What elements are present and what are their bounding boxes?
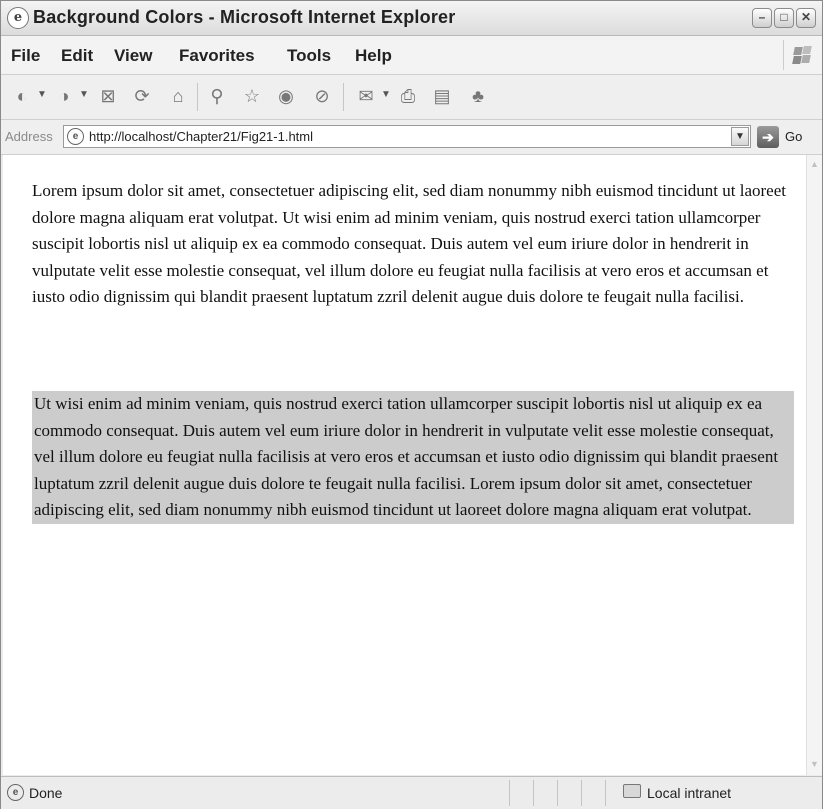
messenger-icon[interactable]: ♣ [467,85,489,107]
page-content: Lorem ipsum dolor sit amet, consectetuer… [3,155,806,775]
scroll-up-icon[interactable]: ▲ [808,157,821,171]
search-icon[interactable]: ⚲ [206,85,228,107]
status-divider [509,780,510,806]
status-divider [605,780,606,806]
window-controls: – □ ✕ [752,8,816,28]
minimize-button[interactable]: – [752,8,772,28]
menu-view[interactable]: View [114,46,152,66]
address-dropdown-icon[interactable]: ▼ [731,127,749,146]
toolbar-divider [197,83,198,111]
menu-edit[interactable]: Edit [61,46,93,66]
edit-icon[interactable]: ▤ [431,85,453,107]
media-icon[interactable]: ◉ [275,85,297,107]
title-bar[interactable]: e Background Colors - Microsoft Internet… [1,1,822,36]
window-title: Background Colors - Microsoft Internet E… [33,7,456,27]
security-zone-label: Local intranet [647,785,732,801]
go-button[interactable]: Go [785,129,802,144]
toolbar-divider [343,83,344,111]
address-url[interactable]: http://localhost/Chapter21/Fig21-1.html [89,129,313,144]
refresh-icon[interactable]: ⟳ [131,85,153,107]
mail-icon[interactable]: ✉ [355,85,377,107]
forward-icon[interactable]: ◑ [53,85,75,107]
back-dropdown-icon[interactable]: ▼ [37,89,47,100]
vertical-scrollbar[interactable]: ▲ ▼ [806,155,822,775]
paragraph-gray-background: Ut wisi enim ad minim veniam, quis nostr… [32,391,794,524]
page-status-icon: e [7,784,24,801]
status-divider [581,780,582,806]
status-bar: e Done Local intranet [1,776,822,809]
close-button[interactable]: ✕ [796,8,816,28]
address-bar: Address e http://localhost/Chapter21/Fig… [1,120,822,155]
paragraph-default: Lorem ipsum dolor sit amet, consectetuer… [32,181,786,306]
menu-bar: File Edit View Favorites Tools Help [1,36,822,75]
forward-dropdown-icon[interactable]: ▼ [79,89,89,100]
back-icon[interactable]: ◐ [11,85,33,107]
status-divider [533,780,534,806]
menu-favorites[interactable]: Favorites [179,46,255,66]
menu-help[interactable]: Help [355,46,392,66]
ie-logo-icon: e [7,7,29,29]
status-text: Done [29,785,63,801]
scroll-down-icon[interactable]: ▼ [808,757,821,771]
home-icon[interactable]: ⌂ [167,85,189,107]
address-label: Address [5,129,53,144]
history-icon[interactable]: ⊘ [311,85,333,107]
stop-icon[interactable]: ⊠ [97,85,119,107]
page-icon: e [67,128,84,145]
windows-flag-icon [783,40,814,70]
go-arrow-icon[interactable]: ➔ [757,126,779,148]
address-input[interactable]: e http://localhost/Chapter21/Fig21-1.htm… [63,125,751,148]
mail-dropdown-icon[interactable]: ▼ [381,89,391,100]
toolbar: ◐ ▼ ◑ ▼ ⊠ ⟳ ⌂ ⚲ ☆ ◉ ⊘ ✉ ▼ ⎙ ▤ ♣ [1,75,822,120]
favorites-icon[interactable]: ☆ [241,85,263,107]
intranet-zone-icon [623,784,641,798]
status-divider [557,780,558,806]
maximize-button[interactable]: □ [774,8,794,28]
menu-tools[interactable]: Tools [287,46,331,66]
print-icon[interactable]: ⎙ [397,85,419,107]
menu-file[interactable]: File [11,46,40,66]
browser-window: e Background Colors - Microsoft Internet… [0,0,823,809]
